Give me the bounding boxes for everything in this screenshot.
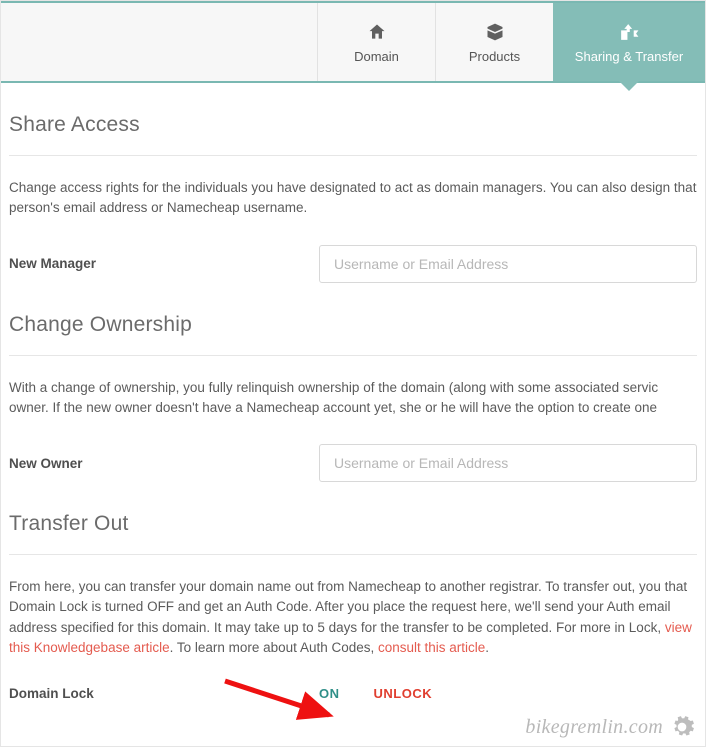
new-owner-row: New Owner [9, 444, 697, 482]
domain-lock-row: Domain Lock ON UNLOCK [9, 686, 697, 701]
watermark-text: bikegremlin.com [525, 716, 663, 739]
share-access-desc: Change access rights for the individuals… [9, 178, 697, 219]
tab-domain[interactable]: Domain [317, 3, 435, 81]
tab-products-label: Products [469, 49, 520, 64]
auth-codes-link[interactable]: consult this article [378, 640, 485, 655]
tabbar-spacer [1, 3, 317, 81]
divider [9, 155, 697, 156]
transfer-desc-2: . To learn more about Auth Codes, [170, 640, 378, 655]
page-content: Share Access Change access rights for th… [1, 83, 705, 701]
divider [9, 554, 697, 555]
box-icon [485, 21, 505, 43]
change-ownership-desc: With a change of ownership, you fully re… [9, 378, 697, 419]
new-manager-label: New Manager [9, 256, 299, 271]
share-access-heading: Share Access [9, 113, 697, 137]
transfer-desc-1: From here, you can transfer your domain … [9, 579, 687, 635]
domain-lock-label: Domain Lock [9, 686, 299, 701]
new-owner-label: New Owner [9, 456, 299, 471]
new-owner-input[interactable] [319, 444, 697, 482]
tab-products[interactable]: Products [435, 3, 553, 81]
tab-bar: Domain Products Sharing & Transfer [1, 1, 705, 83]
transfer-desc-3: . [485, 640, 489, 655]
home-icon [367, 21, 387, 43]
gear-icon [669, 714, 695, 740]
transfer-out-desc: From here, you can transfer your domain … [9, 577, 697, 658]
domain-lock-status: ON [319, 686, 340, 701]
new-manager-row: New Manager [9, 245, 697, 283]
watermark: bikegremlin.com [525, 714, 695, 740]
section-transfer-out: Transfer Out From here, you can transfer… [9, 482, 697, 701]
share-icon [618, 21, 640, 43]
tab-sharing-label: Sharing & Transfer [575, 49, 683, 64]
section-share-access: Share Access Change access rights for th… [9, 83, 697, 283]
divider [9, 355, 697, 356]
unlock-button[interactable]: UNLOCK [374, 686, 433, 701]
tab-domain-label: Domain [354, 49, 399, 64]
new-manager-input[interactable] [319, 245, 697, 283]
section-change-ownership: Change Ownership With a change of owners… [9, 283, 697, 483]
transfer-out-heading: Transfer Out [9, 512, 697, 536]
change-ownership-heading: Change Ownership [9, 313, 697, 337]
tab-sharing-transfer[interactable]: Sharing & Transfer [553, 3, 705, 81]
